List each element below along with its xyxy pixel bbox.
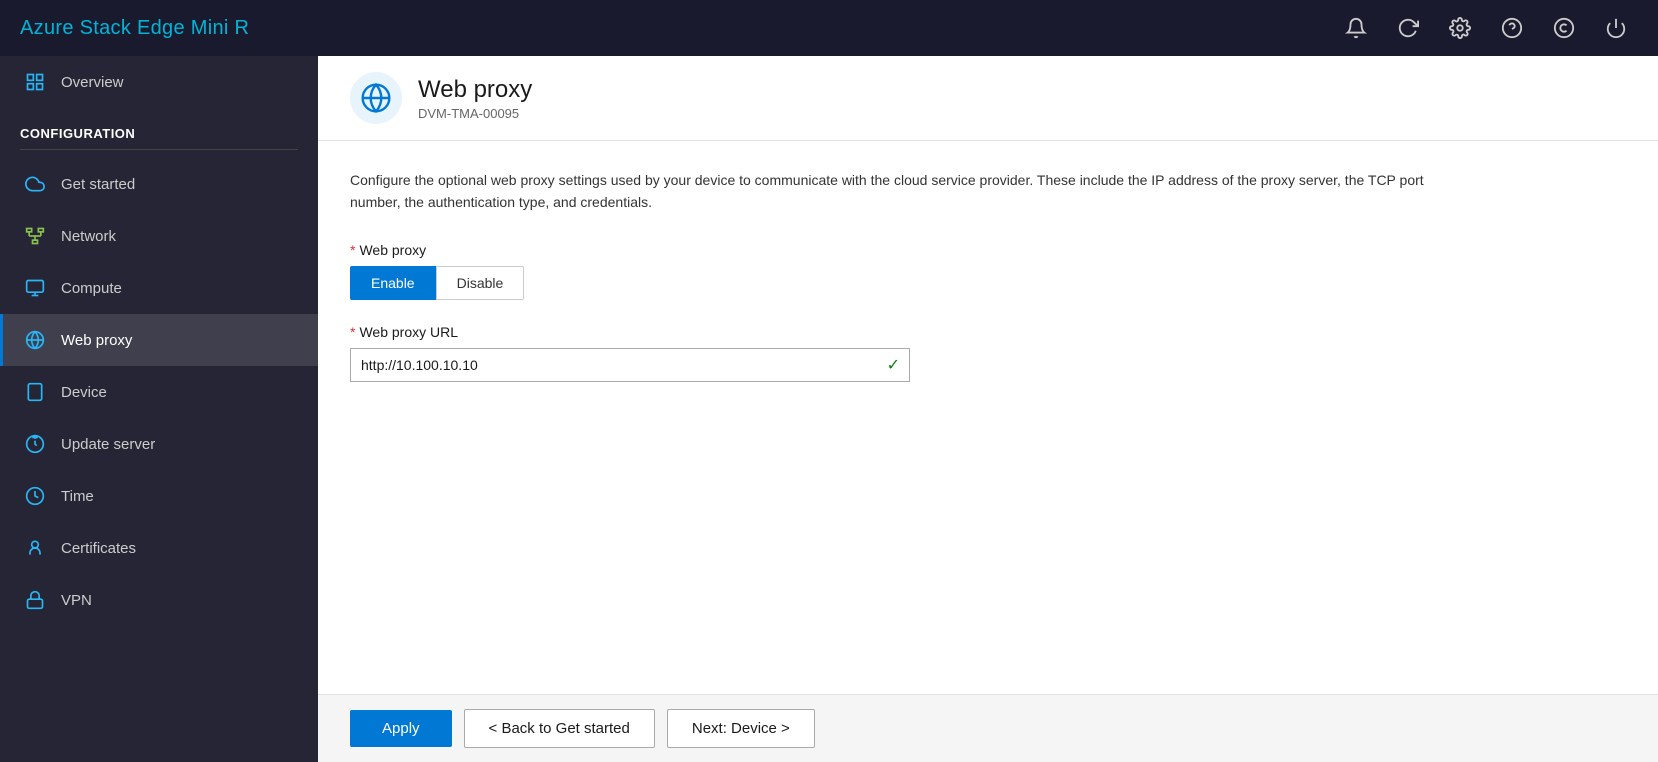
sidebar-item-label: Overview xyxy=(61,74,124,91)
sidebar: Overview CONFIGURATION Get started xyxy=(0,56,318,762)
content-footer: Apply < Back to Get started Next: Device… xyxy=(318,694,1658,762)
url-field-group: * Web proxy URL ✓ xyxy=(350,324,1626,382)
sidebar-item-label: Web proxy xyxy=(61,332,132,349)
grid-icon xyxy=(23,70,47,94)
disable-button[interactable]: Disable xyxy=(436,266,525,300)
sidebar-item-label: Device xyxy=(61,384,107,401)
update-icon xyxy=(23,432,47,456)
next-device-button[interactable]: Next: Device > xyxy=(667,709,815,748)
web-proxy-toggle-group: Enable Disable xyxy=(350,266,1626,300)
sidebar-item-network[interactable]: Network xyxy=(0,210,318,262)
settings-icon[interactable] xyxy=(1438,6,1482,50)
main-layout: Overview CONFIGURATION Get started xyxy=(0,56,1658,762)
sidebar-item-label: Certificates xyxy=(61,540,136,557)
back-to-get-started-button[interactable]: < Back to Get started xyxy=(464,709,655,748)
sidebar-item-label: VPN xyxy=(61,592,92,609)
topbar: Azure Stack Edge Mini R xyxy=(0,0,1658,56)
power-icon[interactable] xyxy=(1594,6,1638,50)
enable-button[interactable]: Enable xyxy=(350,266,436,300)
device-icon xyxy=(23,380,47,404)
page-subtitle: DVM-TMA-00095 xyxy=(418,106,532,121)
content-area: Web proxy DVM-TMA-00095 Configure the op… xyxy=(318,56,1658,762)
sidebar-item-label: Compute xyxy=(61,280,122,297)
web-proxy-field-label: * Web proxy xyxy=(350,242,1626,258)
url-label-text: Web proxy URL xyxy=(359,324,458,340)
copyright-icon[interactable] xyxy=(1542,6,1586,50)
help-icon[interactable] xyxy=(1490,6,1534,50)
sidebar-divider xyxy=(20,149,298,150)
url-input[interactable] xyxy=(350,348,910,382)
sidebar-section-configuration: CONFIGURATION xyxy=(0,108,318,149)
web-proxy-field-group: * Web proxy Enable Disable xyxy=(350,242,1626,300)
app-title: Azure Stack Edge Mini R xyxy=(20,17,249,40)
sidebar-item-overview[interactable]: Overview xyxy=(0,56,318,108)
time-icon xyxy=(23,484,47,508)
bell-icon[interactable] xyxy=(1334,6,1378,50)
cloud-icon xyxy=(23,172,47,196)
url-field-label: * Web proxy URL xyxy=(350,324,1626,340)
header-text-block: Web proxy DVM-TMA-00095 xyxy=(418,76,532,121)
required-star-url: * xyxy=(350,324,355,340)
sidebar-item-label: Update server xyxy=(61,436,155,453)
sidebar-item-device[interactable]: Device xyxy=(0,366,318,418)
sidebar-item-compute[interactable]: Compute xyxy=(0,262,318,314)
globe-icon xyxy=(23,328,47,352)
network-icon xyxy=(23,224,47,248)
sidebar-item-certificates[interactable]: Certificates xyxy=(0,522,318,574)
cert-icon xyxy=(23,536,47,560)
compute-icon xyxy=(23,276,47,300)
header-icon xyxy=(350,72,402,124)
vpn-icon xyxy=(23,588,47,612)
content-body: Configure the optional web proxy setting… xyxy=(318,141,1658,694)
sidebar-item-web-proxy[interactable]: Web proxy xyxy=(0,314,318,366)
required-star: * xyxy=(350,242,355,258)
url-valid-icon: ✓ xyxy=(887,355,900,375)
refresh-icon[interactable] xyxy=(1386,6,1430,50)
sidebar-item-label: Time xyxy=(61,488,94,505)
url-input-wrapper: ✓ xyxy=(350,348,910,382)
sidebar-item-time[interactable]: Time xyxy=(0,470,318,522)
sidebar-item-get-started[interactable]: Get started xyxy=(0,158,318,210)
topbar-icon-group xyxy=(1334,6,1638,50)
sidebar-item-label: Network xyxy=(61,228,116,245)
description-text: Configure the optional web proxy setting… xyxy=(350,169,1450,214)
sidebar-item-vpn[interactable]: VPN xyxy=(0,574,318,626)
sidebar-item-label: Get started xyxy=(61,176,135,193)
apply-button[interactable]: Apply xyxy=(350,710,452,747)
page-title: Web proxy xyxy=(418,76,532,104)
content-header: Web proxy DVM-TMA-00095 xyxy=(318,56,1658,141)
sidebar-item-update-server[interactable]: Update server xyxy=(0,418,318,470)
web-proxy-label-text: Web proxy xyxy=(359,242,426,258)
